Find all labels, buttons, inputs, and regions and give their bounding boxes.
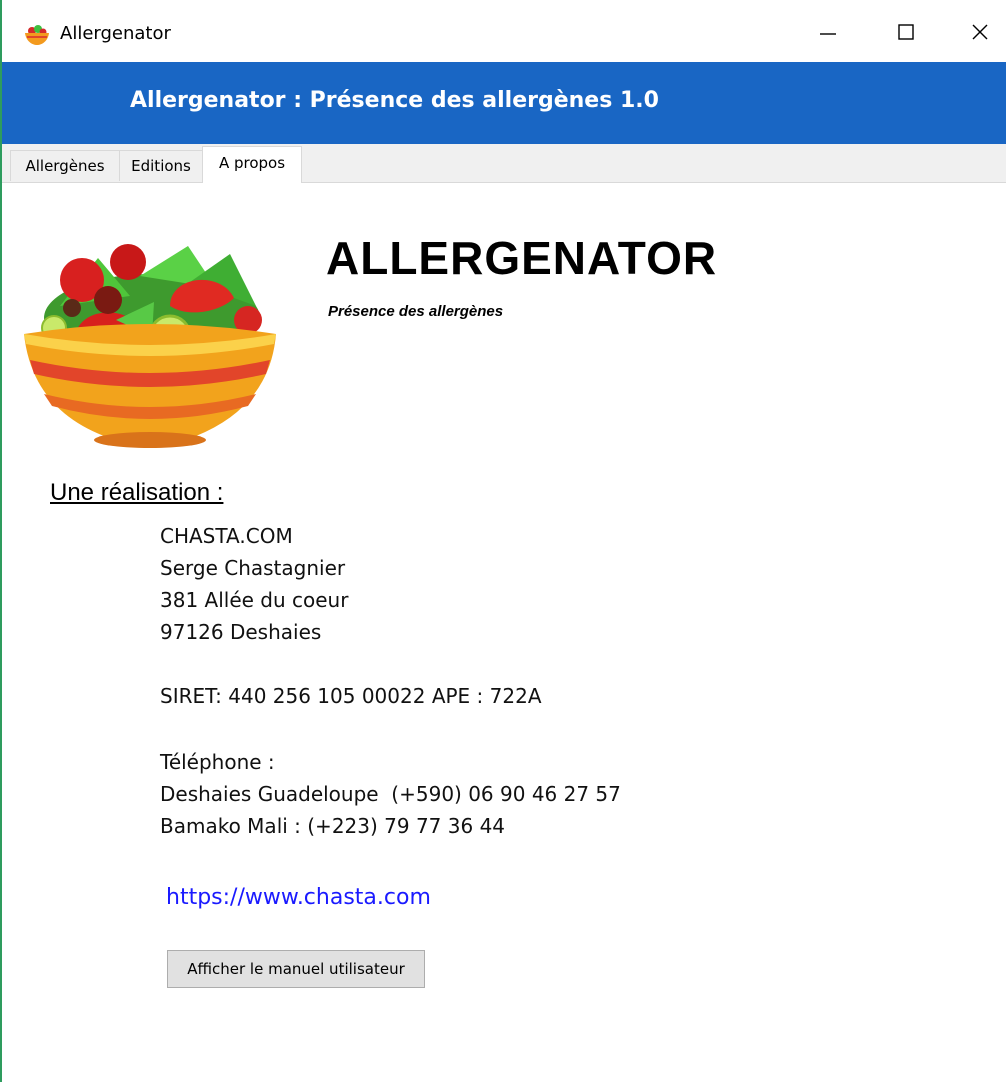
tab-editions[interactable]: Editions: [119, 150, 203, 181]
city-address: 97126 Deshaies: [160, 620, 322, 644]
phone-label: Téléphone :: [160, 750, 275, 774]
person-name: Serge Chastagnier: [160, 556, 346, 580]
tab-a-propos[interactable]: A propos: [202, 146, 302, 183]
close-button[interactable]: [958, 10, 1002, 54]
minimize-button[interactable]: [806, 10, 850, 54]
title-bar: Allergenator: [2, 0, 1006, 62]
show-manual-button[interactable]: Afficher le manuel utilisateur: [167, 950, 425, 988]
app-header: Allergenator : Présence des allergènes 1…: [2, 62, 1006, 144]
app-name: ALLERGENATOR: [326, 232, 718, 284]
header-title: Allergenator : Présence des allergènes 1…: [130, 88, 659, 113]
siret-line: SIRET: 440 256 105 00022 APE : 722A: [160, 684, 542, 708]
salad-bowl-image: [20, 236, 280, 450]
tab-allergenes[interactable]: Allergènes: [10, 150, 120, 181]
phone-guadeloupe: Deshaies Guadeloupe (+590) 06 90 46 27 5…: [160, 782, 621, 806]
maximize-button[interactable]: [884, 10, 928, 54]
window-title: Allergenator: [60, 23, 171, 44]
tab-bar: Allergènes Editions A propos: [2, 144, 1006, 183]
salad-bowl-icon: [24, 22, 50, 46]
website-link[interactable]: https://www.chasta.com: [166, 882, 431, 914]
made-by-heading: Une réalisation :: [50, 479, 224, 506]
company-name: CHASTA.COM: [160, 524, 293, 548]
phone-mali: Bamako Mali : (+223) 79 77 36 44: [160, 814, 506, 838]
street-address: 381 Allée du coeur: [160, 588, 349, 612]
app-subtitle: Présence des allergènes: [328, 303, 504, 320]
